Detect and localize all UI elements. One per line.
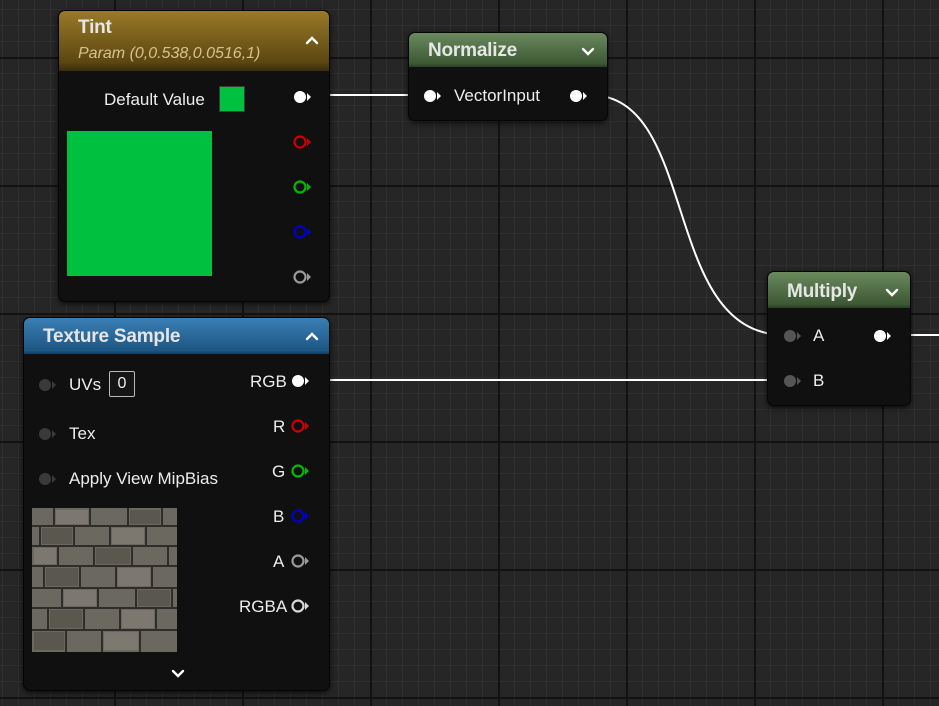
node-title: Normalize — [428, 40, 518, 61]
node-subtitle: Param (0,0.538,0.0516,1) — [78, 45, 261, 62]
chevron-up-icon[interactable] — [304, 328, 320, 344]
tint-output-pin-rgb[interactable] — [292, 89, 312, 103]
node-title: Tint — [78, 17, 112, 38]
node-title: Texture Sample — [43, 326, 181, 347]
node-title: Multiply — [787, 281, 858, 302]
tint-node[interactable]: Tint Param (0,0.538,0.0516,1) Default Va… — [58, 10, 330, 302]
r-output-label: R — [273, 417, 286, 436]
uvs-input-pin[interactable] — [37, 377, 57, 391]
tint-output-pin-g[interactable] — [292, 179, 312, 194]
g-output-pin[interactable] — [290, 463, 310, 478]
texture-sample-node[interactable]: Texture Sample UVs 0 Tex Apply View MipB… — [23, 317, 330, 691]
multiply-input-pin-b[interactable] — [782, 373, 802, 387]
uvs-label: UVs — [69, 375, 102, 394]
rgb-output-pin[interactable] — [290, 373, 310, 387]
g-output-label: G — [272, 462, 286, 481]
tint-output-pin-a[interactable] — [292, 269, 312, 284]
tex-label: Tex — [69, 424, 96, 443]
vector-input-label: VectorInput — [454, 86, 541, 105]
normalize-node[interactable]: Normalize VectorInput — [408, 32, 608, 121]
texture-preview-image — [32, 508, 177, 652]
a-output-pin[interactable] — [290, 553, 310, 568]
rgba-output-label: RGBA — [239, 597, 288, 616]
tint-output-pin-r[interactable] — [292, 134, 312, 149]
chevron-down-icon[interactable] — [580, 43, 596, 59]
input-b-label: B — [813, 371, 825, 390]
mipbias-label: Apply View MipBias — [69, 469, 218, 488]
a-output-label: A — [273, 552, 285, 571]
chevron-up-icon[interactable] — [304, 32, 320, 48]
multiply-output-pin[interactable] — [872, 328, 892, 342]
rgba-output-pin[interactable] — [290, 598, 310, 613]
chevron-down-icon[interactable] — [884, 284, 900, 300]
r-output-pin[interactable] — [290, 418, 310, 433]
multiply-node[interactable]: Multiply A B — [767, 271, 911, 406]
tex-input-pin[interactable] — [37, 426, 57, 440]
normalize-output-pin[interactable] — [568, 88, 588, 102]
tint-output-pin-b[interactable] — [292, 224, 312, 239]
multiply-input-pin-a[interactable] — [782, 328, 802, 342]
normalize-input-pin[interactable] — [422, 88, 442, 102]
default-value-swatch[interactable] — [219, 86, 245, 112]
wire-normalize-to-multiply-a — [589, 94, 786, 336]
input-a-label: A — [813, 326, 825, 345]
mipbias-input-pin[interactable] — [37, 471, 57, 485]
default-value-label: Default Value — [104, 90, 205, 109]
chevron-down-icon[interactable] — [170, 665, 186, 681]
uvs-index-field[interactable]: 0 — [109, 371, 135, 397]
rgb-output-label: RGB — [250, 372, 287, 391]
b-output-pin[interactable] — [290, 508, 310, 523]
b-output-label: B — [273, 507, 285, 526]
color-preview — [67, 131, 212, 276]
